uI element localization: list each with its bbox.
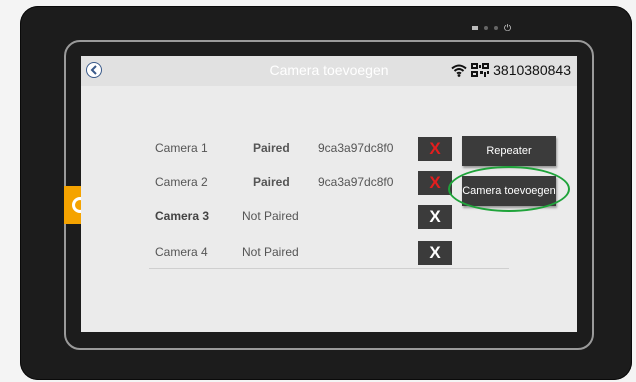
indicator-dot	[494, 26, 498, 30]
camera-name: Camera 3	[155, 209, 210, 223]
camera-status: Not Paired	[242, 209, 299, 223]
repeater-button[interactable]: Repeater	[462, 136, 556, 166]
list-divider	[149, 268, 509, 269]
delete-camera-button[interactable]: X	[418, 241, 452, 265]
delete-camera-button[interactable]: X	[418, 171, 452, 195]
camera-status: Paired	[253, 175, 290, 189]
camera-id: 9ca3a97dc8f0	[318, 175, 394, 189]
signal-indicator	[472, 26, 478, 30]
wifi-icon	[451, 64, 467, 77]
camera-name: Camera 2	[155, 175, 208, 189]
camera-id: 9ca3a97dc8f0	[318, 141, 394, 155]
camera-status: Not Paired	[242, 245, 299, 259]
device-indicators: ⏻	[472, 23, 512, 33]
camera-row: Camera 4 Not Paired X	[81, 240, 577, 265]
delete-camera-button[interactable]: X	[418, 205, 452, 229]
header-bar: Camera toevoegen 3810380843	[81, 56, 577, 86]
delete-camera-button[interactable]: X	[418, 137, 452, 161]
device-number: 3810380843	[493, 62, 571, 78]
indicator-dot	[484, 26, 488, 30]
camera-name: Camera 1	[155, 141, 208, 155]
status-area: 3810380843	[451, 62, 571, 78]
camera-name: Camera 4	[155, 245, 208, 259]
highlight-circle	[448, 166, 570, 212]
power-icon: ⏻	[504, 23, 512, 33]
camera-status: Paired	[253, 141, 290, 155]
qr-code-icon	[471, 63, 490, 77]
